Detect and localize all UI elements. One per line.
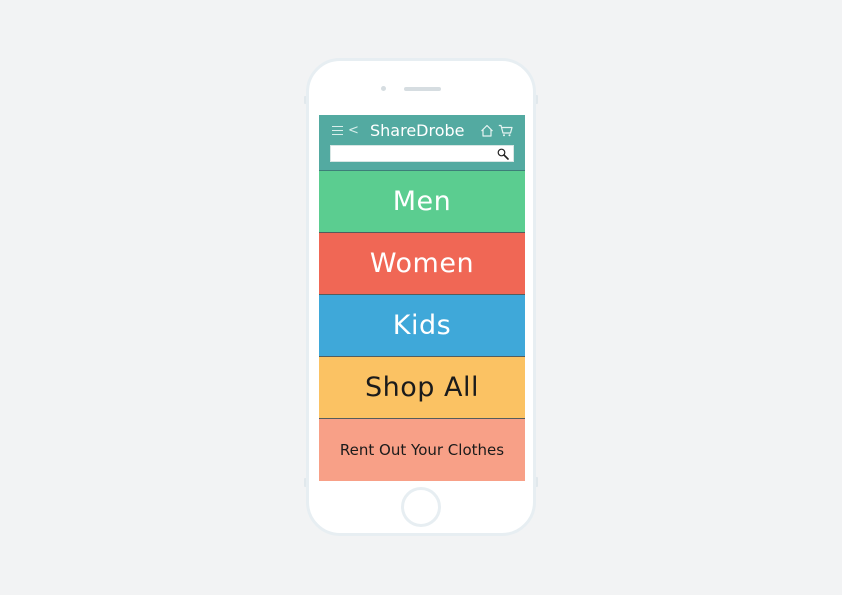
rent-out-clothes-button[interactable]: Rent Out Your Clothes xyxy=(319,419,525,481)
category-men-button[interactable]: Men xyxy=(319,171,525,233)
category-shop-all-label: Shop All xyxy=(365,372,479,403)
rent-out-clothes-label: Rent Out Your Clothes xyxy=(339,441,505,459)
category-men-label: Men xyxy=(392,186,452,217)
cart-icon[interactable] xyxy=(498,124,513,137)
phone-speaker xyxy=(404,87,441,91)
search-icon[interactable] xyxy=(497,148,509,160)
back-icon[interactable]: < xyxy=(348,124,359,137)
phone-home-button[interactable] xyxy=(401,487,441,527)
top-bar: < ShareDrobe xyxy=(319,115,525,171)
category-women-label: Women xyxy=(369,248,475,279)
home-icon[interactable] xyxy=(480,124,494,137)
search-bar xyxy=(330,145,514,162)
search-input[interactable] xyxy=(331,146,499,161)
category-kids-label: Kids xyxy=(392,310,452,341)
phone-camera xyxy=(381,86,386,91)
category-kids-button[interactable]: Kids xyxy=(319,295,525,357)
category-shop-all-button[interactable]: Shop All xyxy=(319,357,525,419)
app-brand-title: ShareDrobe xyxy=(370,121,465,140)
app-screen: < ShareDrobe Men Women Kids Shop All Ren… xyxy=(319,115,525,482)
category-women-button[interactable]: Women xyxy=(319,233,525,295)
hamburger-menu-icon[interactable] xyxy=(332,126,343,135)
